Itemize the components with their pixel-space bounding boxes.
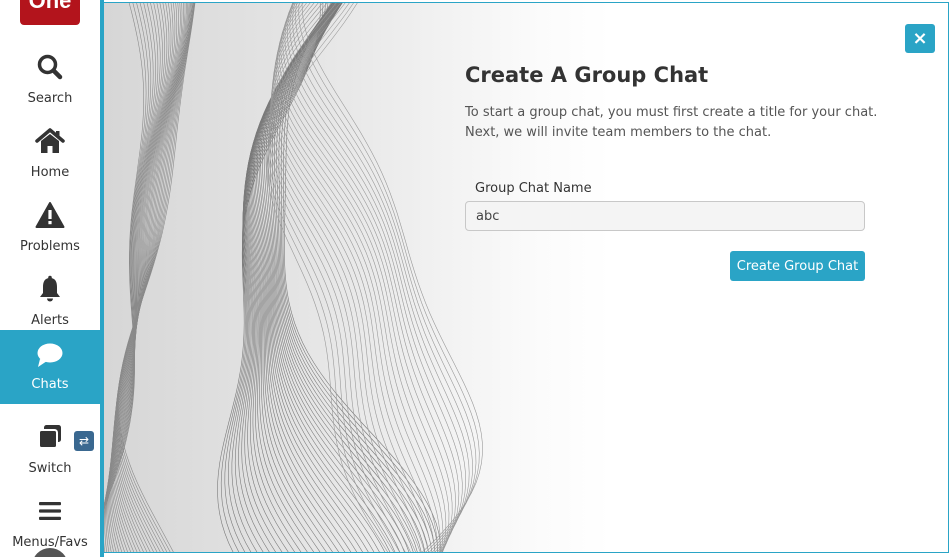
sidebar-item-label: Switch [28, 461, 72, 476]
close-button[interactable]: × [905, 24, 935, 53]
hamburger-menu-icon [39, 502, 61, 520]
page-title: Create A Group Chat [465, 63, 709, 87]
sidebar-item-label: Alerts [31, 313, 69, 328]
sidebar-nav: One Search Home Problems Alerts Chats ⇄ … [0, 0, 100, 557]
sidebar-item-menus-favs[interactable]: Menus/Favs [0, 488, 100, 557]
sidebar-item-search[interactable]: Search [0, 44, 100, 118]
search-icon [37, 54, 63, 80]
sidebar-item-problems[interactable]: Problems [0, 192, 100, 266]
sidebar-item-alerts[interactable]: Alerts [0, 266, 100, 340]
create-group-chat-button[interactable]: Create Group Chat [730, 251, 865, 281]
chat-bubble-icon [37, 343, 63, 367]
app-logo[interactable]: One [20, 0, 80, 25]
group-chat-name-label: Group Chat Name [475, 181, 592, 196]
sidebar-item-label: Search [27, 91, 73, 106]
instructions-line-1: To start a group chat, you must first cr… [465, 105, 878, 120]
sidebar-item-label: Chats [31, 377, 69, 392]
logo-text: One [28, 0, 72, 13]
sidebar-item-chats[interactable]: Chats [0, 330, 100, 404]
instructions-text: To start a group chat, you must first cr… [465, 103, 885, 143]
sidebar-item-switch[interactable]: ⇄ Switch [0, 414, 100, 488]
create-group-chat-panel: × Create A Group Chat To start a group c… [104, 2, 949, 553]
windows-icon [38, 425, 61, 449]
sidebar-item-label: Home [30, 165, 70, 180]
instructions-line-2: Next, we will invite team members to the… [465, 125, 772, 140]
home-icon [35, 128, 65, 153]
sidebar-item-label: Problems [20, 239, 80, 254]
warning-icon [35, 202, 65, 228]
group-chat-name-input[interactable] [465, 201, 865, 231]
bell-icon [40, 275, 60, 302]
sidebar-item-home[interactable]: Home [0, 118, 100, 192]
swap-arrows-icon[interactable]: ⇄ [74, 431, 94, 451]
